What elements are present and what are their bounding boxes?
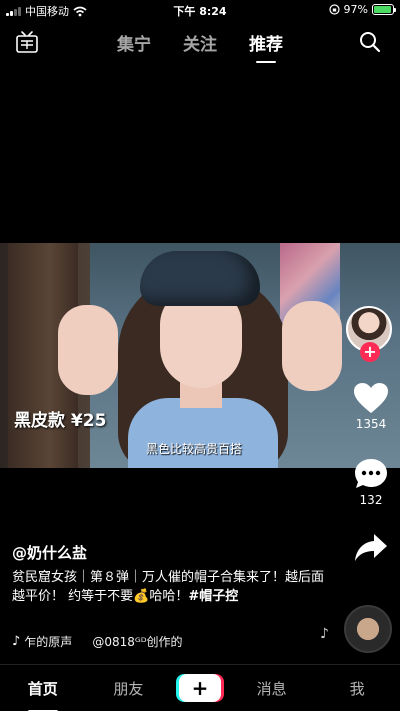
music-author: @0818ᴳᴰ创作的: [92, 634, 183, 649]
tab-following[interactable]: 关注: [183, 30, 217, 55]
search-icon[interactable]: [358, 30, 382, 54]
comment-button[interactable]: 132: [350, 457, 392, 507]
author-name[interactable]: @奶什么盐: [12, 542, 87, 563]
tab-jining[interactable]: 集宁: [117, 30, 151, 55]
post-description: 贫民窟女孩｜第８弹｜万人催的帽子合集来了！越后面越平价！ 约等于不要💰哈哈！#帽…: [12, 568, 332, 606]
music-disc[interactable]: [344, 605, 392, 653]
video-player[interactable]: 黑皮款 ¥25 黑色比较高贵百搭: [0, 243, 400, 468]
tab-friends[interactable]: 朋友: [93, 678, 163, 699]
follow-button[interactable]: +: [360, 342, 380, 362]
status-bar: 中国移动 下午 8:24 97%: [0, 0, 400, 20]
heart-icon: [354, 383, 388, 413]
tab-me[interactable]: 我: [322, 678, 392, 699]
author-avatar-group: +: [346, 306, 394, 366]
comment-count: 132: [359, 493, 383, 507]
video-person-dress: [128, 398, 278, 468]
video-person-hand-left: [58, 305, 118, 395]
top-nav: 集宁 关注 推荐: [0, 22, 400, 63]
bottom-tab-bar: 首页 朋友 + 消息 我: [0, 664, 400, 711]
tab-home[interactable]: 首页: [8, 678, 78, 711]
like-count: 1354: [355, 417, 387, 431]
create-button[interactable]: +: [178, 674, 221, 702]
share-button[interactable]: [350, 532, 392, 564]
tab-recommended[interactable]: 推荐: [249, 30, 283, 63]
share-arrow-icon: [355, 534, 387, 561]
music-title: 乍的原声: [24, 634, 73, 649]
video-person-hand-right: [282, 301, 342, 391]
orientation-lock-icon: [328, 4, 340, 15]
like-button[interactable]: 1354: [350, 381, 392, 431]
video-overlay-caption: 黑皮款 ¥25: [14, 411, 107, 431]
feed-tabs: 集宁 关注 推荐: [0, 30, 400, 63]
status-right: 97%: [328, 3, 396, 16]
hashtag-link[interactable]: #帽子控: [188, 589, 238, 604]
music-note-icon: ♪: [12, 633, 21, 649]
post-description-text: 贫民窟女孩｜第８弹｜万人催的帽子合集来了！越后面越平价！ 约等于不要💰哈哈！: [12, 570, 325, 604]
battery-icon: [372, 4, 396, 15]
tab-messages[interactable]: 消息: [237, 678, 307, 699]
video-person-beret: [140, 251, 260, 306]
music-ticker[interactable]: ♪ 乍的原声 @0818ᴳᴰ创作的: [12, 632, 312, 650]
comment-icon: [355, 459, 387, 488]
video-subtitle: 黑色比较高贵百搭: [146, 442, 243, 456]
floating-note-icon: ♪: [320, 626, 329, 642]
battery-percent: 97%: [343, 3, 368, 16]
